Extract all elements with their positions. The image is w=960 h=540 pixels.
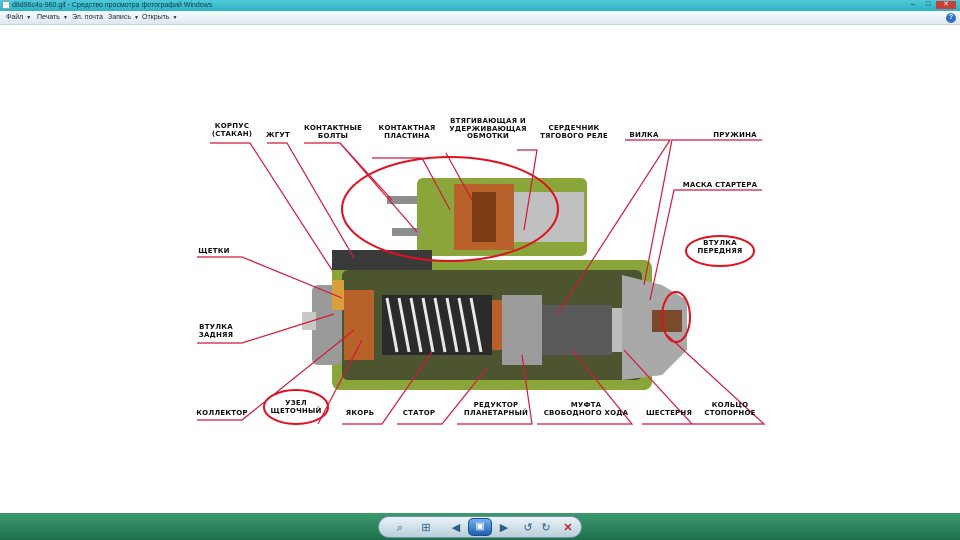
armature-shape — [382, 295, 510, 355]
label-obmotki: ВТЯГИВАЮЩАЯ И УДЕРЖИВАЮЩАЯ ОБМОТКИ — [449, 117, 527, 140]
solenoid-core — [514, 192, 584, 242]
label-vtulka-perednyaya: ВТУЛКА ПЕРЕДНЯЯ — [697, 239, 743, 255]
minimize-button[interactable]: – — [906, 1, 920, 9]
label-reduktor: РЕДУКТОР ПЛАНЕТАРНЫЙ — [463, 401, 529, 417]
starter-cutaway-drawing — [197, 139, 766, 425]
label-shchetki: ЩЕТКИ — [198, 247, 230, 255]
rotate-left-icon[interactable]: ↺ — [521, 521, 535, 535]
label-shesternya: ШЕСТЕРНЯ — [645, 409, 693, 417]
label-kontaktnaya-plastina: КОНТАКТНАЯ ПЛАСТИНА — [378, 124, 436, 140]
menu-bar: Файл ▼ Печать ▼ Эл. почта Запись ▼ Открыть ▼… — [0, 11, 960, 25]
chevron-down-icon: ▼ — [133, 15, 139, 21]
slideshow-icon: ▣ — [475, 521, 485, 532]
menu-open-label: Открыть — [142, 14, 170, 21]
window-title: d8d96c4s-960.gif - Средство просмотра фо… — [12, 2, 213, 9]
previous-icon[interactable]: ◀ — [449, 521, 463, 535]
menu-email-label: Эл. почта — [72, 14, 103, 21]
title-bar: d8d96c4s-960.gif - Средство просмотра фо… — [0, 0, 960, 11]
menu-print-label: Печать — [37, 14, 60, 21]
actual-size-icon[interactable]: ⊞ — [419, 521, 433, 535]
next-icon[interactable]: ▶ — [497, 521, 511, 535]
delete-icon[interactable]: ✕ — [561, 521, 575, 535]
clutch-shape — [542, 305, 612, 355]
zoom-icon[interactable]: ⌕ — [393, 521, 407, 535]
maximize-button[interactable]: □ — [921, 1, 935, 9]
harness-shape — [332, 250, 432, 270]
planetary-gear-shape — [502, 295, 542, 365]
close-button[interactable]: ✕ — [936, 1, 956, 9]
menu-open[interactable]: Открыть ▼ — [142, 13, 177, 23]
label-koltso: КОЛЬЦО СТОПОРНОЕ — [704, 401, 756, 417]
menu-burn-label: Запись — [108, 14, 131, 21]
label-korpus: КОРПУС (СТАКАН) — [211, 122, 253, 138]
chevron-down-icon: ▼ — [62, 15, 68, 21]
bottom-toolbar: ⌕ ⊞ ◀ ▣ ▶ ↺ ↻ ✕ — [0, 513, 960, 540]
starter-diagram-image: КОРПУС (СТАКАН) ЖГУТ КОНТАКТНЫЕ БОЛТЫ КО… — [192, 110, 768, 426]
playback-controls: ⌕ ⊞ ◀ ▣ ▶ ↺ ↻ ✕ — [378, 516, 582, 538]
label-maska: МАСКА СТАРТЕРА — [682, 181, 758, 189]
front-bushing-shape — [652, 310, 682, 332]
menu-print[interactable]: Печать ▼ — [37, 13, 68, 23]
rear-bushing-shape — [302, 312, 316, 330]
help-button[interactable]: ? — [946, 13, 956, 23]
label-kollektor: КОЛЛЕКТОР — [196, 409, 248, 417]
label-zhgut: ЖГУТ — [265, 131, 290, 139]
menu-file-label: Файл — [6, 14, 24, 21]
label-stator: СТАТОР — [402, 409, 436, 417]
label-serdechnik: СЕРДЕЧНИК ТЯГОВОГО РЕЛЕ — [540, 124, 608, 140]
menu-file[interactable]: Файл ▼ — [6, 13, 31, 23]
label-yakor: ЯКОРЬ — [345, 409, 375, 417]
label-kontaktnye-bolty: КОНТАКТНЫЕ БОЛТЫ — [303, 124, 363, 140]
rotate-right-icon[interactable]: ↻ — [539, 521, 553, 535]
label-pruzhina: ПРУЖИНА — [713, 131, 757, 139]
menu-burn[interactable]: Запись ▼ — [108, 13, 139, 23]
label-mufta: МУФТА СВОБОДНОГО ХОДА — [543, 401, 629, 417]
label-uzel: УЗЕЛ ЩЕТОЧНЫЙ — [270, 399, 322, 415]
app-icon — [2, 1, 10, 9]
label-vilka: ВИЛКА — [629, 131, 659, 139]
chevron-down-icon: ▼ — [172, 15, 178, 21]
collector-shape — [344, 290, 374, 360]
chevron-down-icon: ▼ — [26, 15, 32, 21]
slideshow-button[interactable]: ▣ — [468, 518, 492, 536]
label-vtulka-zadnyaya: ВТУЛКА ЗАДНЯЯ — [198, 323, 234, 339]
menu-email[interactable]: Эл. почта — [72, 13, 103, 23]
